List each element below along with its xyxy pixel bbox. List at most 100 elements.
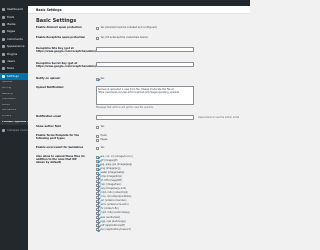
file-type-label: pdf (application/pdf) bbox=[100, 223, 125, 227]
file-type-label: mov, qt (video/quicktime) bbox=[100, 195, 132, 199]
sidebar-item-label: Settings bbox=[6, 74, 19, 78]
sidebar-item-media[interactable]: Media bbox=[0, 21, 28, 28]
notify-option-label: Yes bbox=[100, 76, 105, 80]
notify-checkbox[interactable] bbox=[96, 77, 99, 81]
file-type-checkbox[interactable] bbox=[96, 183, 99, 187]
submenu-item-label: General bbox=[2, 81, 13, 84]
users-icon bbox=[2, 59, 5, 63]
submenu-item-prevent-uploads[interactable]: Prevent Uploads Settings bbox=[0, 119, 28, 125]
sidebar-item-appearance[interactable]: Appearance bbox=[0, 43, 28, 50]
file-type-label: wav (audio/wav) bbox=[100, 215, 121, 219]
show-author-label: Show author field bbox=[36, 125, 61, 128]
file-type-checkbox[interactable] bbox=[96, 224, 99, 228]
sidebar-item-pages[interactable]: Pages bbox=[0, 28, 28, 35]
allowed-types-list: ani, cur, ico (image/x-icon) gif (image/g… bbox=[96, 155, 133, 232]
file-type-checkbox[interactable] bbox=[96, 220, 99, 224]
submenu-item-label: Prevent Uploads Settings bbox=[2, 120, 28, 123]
file-type-label: png (image/png) bbox=[100, 166, 121, 170]
dashboard-icon bbox=[2, 8, 5, 12]
sidebar-item-label: Users bbox=[6, 59, 15, 63]
sidebar-item-label: Appearance bbox=[6, 45, 25, 49]
sidebar-item-plugins[interactable]: Plugins bbox=[0, 50, 28, 57]
file-type-label: flv (video/x-flv) bbox=[100, 207, 119, 211]
sidebar-item-settings[interactable]: Settings bbox=[0, 72, 28, 80]
file-type-checkbox[interactable] bbox=[96, 167, 99, 171]
notify-label: Notify on upload: bbox=[36, 77, 61, 80]
file-type-checkbox[interactable] bbox=[96, 228, 99, 232]
submenu-item-label: Media bbox=[2, 103, 10, 106]
file-type-label: heic (image/heic) bbox=[100, 183, 122, 187]
file-type-checkbox[interactable] bbox=[96, 191, 99, 195]
file-type-checkbox[interactable] bbox=[96, 159, 99, 163]
file-type-checkbox[interactable] bbox=[96, 163, 99, 167]
enable-errors-checkbox[interactable] bbox=[96, 146, 99, 150]
collapse-menu-button[interactable]: Collapse menu bbox=[0, 128, 28, 134]
file-type-option[interactable]: doc (application/msword) bbox=[96, 228, 133, 232]
notification-email-label: Notification email bbox=[36, 115, 62, 118]
file-type-checkbox[interactable] bbox=[96, 208, 99, 212]
sidebar-item-comments[interactable]: Comments bbox=[0, 36, 28, 43]
file-type-checkbox[interactable] bbox=[96, 179, 99, 183]
show-author-checkbox[interactable] bbox=[96, 125, 99, 129]
akismet-option[interactable]: Yes (Akismet must be installed and confi… bbox=[96, 26, 157, 30]
header-title: Basic Settings bbox=[36, 8, 62, 12]
sidebar-item-tools[interactable]: Tools bbox=[0, 65, 28, 72]
enable-terms-label: Enable Terms/Template for the following … bbox=[36, 134, 80, 141]
sidebar-item-label: Comments bbox=[6, 37, 23, 41]
brush-icon bbox=[2, 45, 5, 49]
terms-option-pages[interactable]: Pages bbox=[96, 138, 108, 142]
file-type-checkbox[interactable] bbox=[96, 212, 99, 216]
file-type-label: tif, tiff (image/tiff) bbox=[100, 179, 122, 183]
terms-option-label: Posts bbox=[100, 133, 107, 137]
enable-errors-label: Enable errors/alert for Guidelines bbox=[36, 146, 84, 149]
sidebar-item-users[interactable]: Users bbox=[0, 58, 28, 65]
sidebar-item-posts[interactable]: Posts bbox=[0, 13, 28, 20]
notification-email-input[interactable] bbox=[96, 115, 194, 120]
file-type-label: jpg, jpeg, jpe (image/jpeg) bbox=[100, 162, 133, 166]
akismet-checkbox[interactable] bbox=[96, 26, 99, 30]
file-type-checkbox[interactable] bbox=[96, 175, 99, 179]
sidebar-item-label: Pages bbox=[6, 30, 16, 34]
file-type-label: avi (video/x-msvideo) bbox=[100, 199, 127, 203]
allowed-types-label: Also allow to upload these files (in add… bbox=[36, 155, 85, 165]
terms-checkbox-posts[interactable] bbox=[96, 134, 99, 138]
file-type-label: webp (image/webp) bbox=[100, 171, 125, 174]
file-type-label: ani, cur, ico (image/x-icon) bbox=[100, 154, 133, 158]
file-type-label: gif (image/gif) bbox=[100, 158, 118, 162]
file-type-label: ogg, oga (audio/ogg) bbox=[100, 219, 126, 223]
akismet-label: Enable Akismet spam protection bbox=[36, 26, 82, 29]
notification-email-hint: Leave blank to use the admin email bbox=[198, 116, 240, 120]
secret-key-input[interactable] bbox=[96, 62, 194, 67]
sidebar-item-label: Plugins bbox=[6, 52, 18, 56]
top-header: Basic Settings bbox=[28, 6, 250, 14]
file-type-checkbox[interactable] bbox=[96, 187, 99, 191]
recaptcha-option-label: Yes (V2 & Recaptcha credentials below) bbox=[100, 35, 148, 39]
plugin-icon bbox=[2, 52, 5, 56]
comment-icon bbox=[2, 37, 5, 41]
page-title: Basic Settings bbox=[36, 18, 77, 24]
enable-errors-option-label: Yes bbox=[100, 145, 105, 149]
submenu-item-label: Writing bbox=[2, 87, 12, 89]
recaptcha-checkbox[interactable] bbox=[96, 36, 99, 40]
file-type-checkbox[interactable] bbox=[96, 216, 99, 220]
sidebar-item-dashboard[interactable]: Dashboard bbox=[0, 6, 28, 13]
sidebar-item-label: Dashboard bbox=[6, 8, 23, 12]
file-type-checkbox[interactable] bbox=[96, 204, 99, 208]
terms-checkbox-pages[interactable] bbox=[96, 138, 99, 142]
upload-notification-textarea[interactable]: Someone uploaded a new from file. Please… bbox=[96, 86, 194, 105]
show-author-option[interactable]: Yes bbox=[96, 125, 104, 129]
file-type-label: wmv (video/x-ms-wmv) bbox=[100, 203, 129, 207]
file-type-label: svg (image/svg+xml) bbox=[100, 187, 127, 191]
settings-icon bbox=[2, 74, 5, 78]
file-type-checkbox[interactable] bbox=[96, 195, 99, 199]
file-type-checkbox[interactable] bbox=[96, 171, 99, 175]
file-type-checkbox[interactable] bbox=[96, 200, 99, 204]
site-key-input[interactable] bbox=[96, 47, 194, 52]
secret-key-label: Recaptcha Secret Key (get at https://www… bbox=[36, 62, 97, 69]
file-type-checkbox[interactable] bbox=[96, 155, 99, 159]
enable-errors-option[interactable]: Yes bbox=[96, 146, 104, 150]
notify-option[interactable]: Yes bbox=[96, 77, 104, 81]
recaptcha-option[interactable]: Yes (V2 & Recaptcha credentials below) bbox=[96, 36, 148, 40]
recaptcha-label: Enable Recaptcha spam protection bbox=[36, 36, 86, 39]
page-icon bbox=[2, 30, 5, 34]
